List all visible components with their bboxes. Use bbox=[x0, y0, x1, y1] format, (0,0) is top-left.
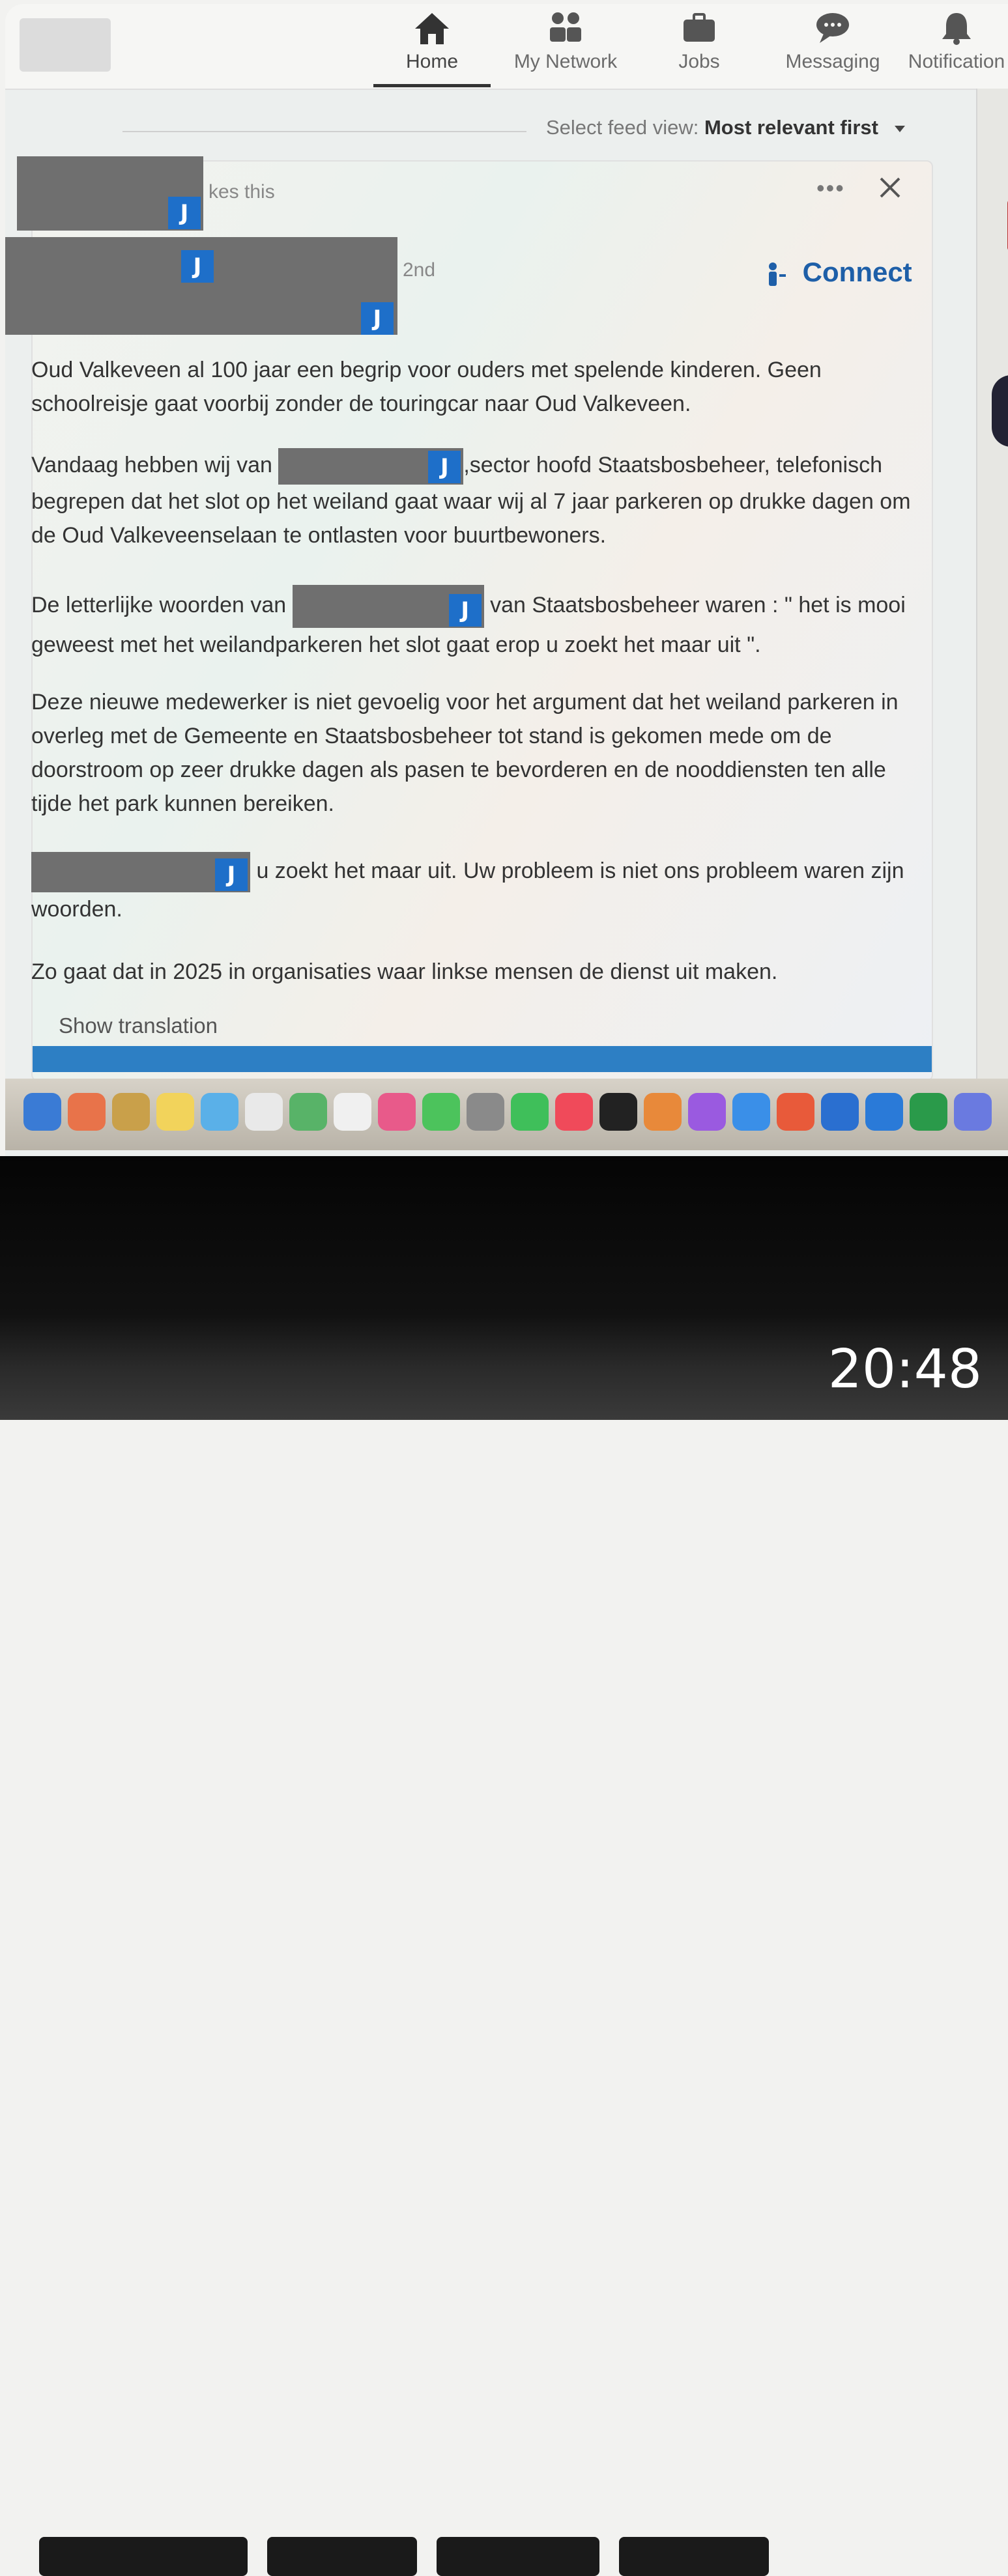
dock-app-icon[interactable] bbox=[511, 1093, 549, 1131]
right-sidebar-edge bbox=[976, 89, 1008, 1079]
right-sidebar-avatar bbox=[992, 375, 1008, 447]
dock-app-icon[interactable] bbox=[378, 1093, 416, 1131]
dock-app-icon[interactable] bbox=[334, 1093, 371, 1131]
dock-app-icon[interactable] bbox=[732, 1093, 770, 1131]
dock-app-icon[interactable] bbox=[821, 1093, 859, 1131]
nav-my-network-label: My Network bbox=[513, 51, 618, 72]
add-person-icon bbox=[769, 262, 786, 286]
keyboard-key bbox=[39, 2537, 248, 2576]
caret-down-icon bbox=[894, 125, 905, 132]
connect-button[interactable]: Connect bbox=[768, 257, 912, 288]
network-icon bbox=[550, 12, 581, 42]
nav-messaging-label: Messaging bbox=[785, 51, 880, 72]
redaction-badge: J bbox=[181, 250, 214, 283]
video-timestamp: 20:48 bbox=[828, 1338, 982, 1400]
feed-view-prefix: Select feed view: bbox=[546, 116, 699, 139]
dock-app-icon[interactable] bbox=[688, 1093, 726, 1131]
redaction-badge: J bbox=[215, 858, 248, 891]
redacted-name: J bbox=[292, 585, 484, 628]
feed-view-value: Most relevant first bbox=[704, 116, 878, 139]
redacted-liker-name: J bbox=[17, 156, 203, 231]
redaction-badge: J bbox=[168, 197, 201, 229]
nav-home[interactable]: Home bbox=[373, 9, 491, 87]
close-icon[interactable] bbox=[877, 175, 903, 201]
keyboard-key bbox=[437, 2537, 599, 2576]
top-navigation-bar: Home My Network Jobs Messaging Notificat… bbox=[5, 4, 1008, 90]
show-translation-link[interactable]: Show translation bbox=[59, 1013, 218, 1038]
post-paragraph-5: J u zoekt het maar uit. Uw probleem is n… bbox=[31, 852, 917, 926]
social-context-text: kes this bbox=[209, 181, 275, 203]
dock-app-icon[interactable] bbox=[156, 1093, 194, 1131]
dock-app-icon[interactable] bbox=[422, 1093, 460, 1131]
dock-app-icon[interactable] bbox=[245, 1093, 283, 1131]
redaction-badge: J bbox=[448, 594, 482, 627]
nav-my-network[interactable]: My Network bbox=[507, 9, 624, 86]
post-paragraph-2: Vandaag hebben wij van J ,sector hoofd St… bbox=[31, 448, 917, 552]
redacted-logo-area bbox=[20, 18, 111, 72]
nav-home-label: Home bbox=[405, 51, 459, 72]
keyboard-key bbox=[619, 2537, 769, 2576]
redaction-badge: J bbox=[428, 451, 461, 484]
keyboard-key bbox=[267, 2537, 417, 2576]
chat-icon bbox=[816, 13, 849, 43]
post-paragraph-3: De letterlijke woorden van J van Staatsb… bbox=[31, 585, 917, 662]
dock-app-icon[interactable] bbox=[777, 1093, 814, 1131]
macos-dock bbox=[5, 1079, 1008, 1150]
redacted-name: J bbox=[278, 448, 464, 485]
connect-label: Connect bbox=[802, 257, 912, 287]
dock-app-icon[interactable] bbox=[644, 1093, 682, 1131]
dock-app-icon[interactable] bbox=[112, 1093, 150, 1131]
post-paragraph-4: Deze nieuwe medewerker is niet gevoelig … bbox=[31, 690, 899, 816]
more-options-icon[interactable]: ••• bbox=[816, 175, 845, 202]
feed-view-select[interactable]: Select feed view: Most relevant first bbox=[546, 116, 905, 139]
post-paragraph-6: Zo gaat dat in 2025 in organisaties waar… bbox=[31, 959, 778, 984]
redaction-badge: J bbox=[361, 302, 394, 335]
dock-app-icon[interactable] bbox=[201, 1093, 238, 1131]
dock-app-icon[interactable] bbox=[599, 1093, 637, 1131]
briefcase-icon bbox=[684, 13, 715, 42]
post-paragraph-3-start: De letterlijke woorden van bbox=[31, 592, 287, 617]
dock-app-icon[interactable] bbox=[555, 1093, 593, 1131]
dock-app-icon[interactable] bbox=[954, 1093, 992, 1131]
laptop-screen: Home My Network Jobs Messaging Notificat… bbox=[5, 4, 1008, 1157]
redacted-name: J bbox=[31, 852, 250, 892]
dock-app-icon[interactable] bbox=[289, 1093, 327, 1131]
divider bbox=[122, 131, 526, 132]
bell-icon bbox=[942, 13, 971, 45]
dock-app-icon[interactable] bbox=[865, 1093, 903, 1131]
dock-app-icon[interactable] bbox=[68, 1093, 106, 1131]
redacted-author-block: J J bbox=[5, 237, 397, 335]
connection-degree: 2nd bbox=[403, 259, 436, 281]
nav-notifications[interactable]: Notification bbox=[898, 9, 1008, 86]
feed-sort-bar: Select feed view: Most relevant first bbox=[5, 102, 970, 154]
post-paragraph-2-start: Vandaag hebben wij van bbox=[31, 453, 272, 477]
nav-notifications-label: Notification bbox=[908, 51, 1005, 72]
post-paragraph-1: Oud Valkeveen al 100 jaar een begrip voo… bbox=[31, 358, 822, 416]
home-icon bbox=[415, 13, 449, 44]
nav-messaging[interactable]: Messaging bbox=[774, 9, 891, 86]
dock-app-icon[interactable] bbox=[467, 1093, 504, 1131]
nav-jobs-label: Jobs bbox=[678, 51, 720, 72]
dock-app-icon[interactable] bbox=[910, 1093, 947, 1131]
nav-jobs[interactable]: Jobs bbox=[641, 9, 758, 86]
post-media-strip bbox=[33, 1046, 932, 1072]
dock-app-icon[interactable] bbox=[23, 1093, 61, 1131]
